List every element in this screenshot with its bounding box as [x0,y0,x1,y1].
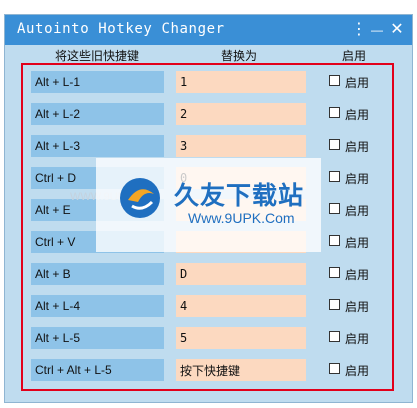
new-hotkey-input[interactable] [176,199,306,221]
hotkey-row: Alt + L-1 启用 [31,71,391,93]
enable-checkbox[interactable] [329,331,340,342]
enable-checkbox[interactable] [329,107,340,118]
app-window: Autointo Hotkey Changer ⋮ — ✕ 将这些旧快捷键 替换… [4,14,413,403]
old-hotkey: Alt + L-2 [31,103,164,125]
enable-checkbox[interactable] [329,363,340,374]
enable-checkbox[interactable] [329,75,340,86]
old-hotkey: Ctrl + Alt + L-5 [31,359,164,381]
old-hotkey: Alt + L-3 [31,135,164,157]
new-hotkey-input[interactable] [176,231,306,253]
hotkey-row: Alt + L-3 启用 [31,135,391,157]
enable-checkbox[interactable] [329,299,340,310]
new-hotkey-input[interactable] [176,359,306,381]
old-hotkey: Alt + L-5 [31,327,164,349]
header-enable: 启用 [342,49,367,63]
enable-checkbox[interactable] [329,267,340,278]
minimize-icon[interactable]: — [367,19,387,41]
old-hotkey: Alt + L-4 [31,295,164,317]
hotkey-row: Ctrl + D 启用 [31,167,391,189]
new-hotkey-input[interactable] [176,327,306,349]
enable-checkbox[interactable] [329,203,340,214]
enable-label[interactable]: 启用 [345,138,369,155]
new-hotkey-input[interactable] [176,263,306,285]
enable-label[interactable]: 启用 [345,330,369,347]
enable-label[interactable]: 启用 [345,266,369,283]
enable-label[interactable]: 启用 [345,362,369,379]
hotkey-row: Alt + B 启用 [31,263,391,285]
enable-checkbox[interactable] [329,235,340,246]
enable-checkbox[interactable] [329,139,340,150]
hotkey-row: Alt + L-2 启用 [31,103,391,125]
enable-label[interactable]: 启用 [345,234,369,251]
new-hotkey-input[interactable] [176,167,306,189]
new-hotkey-input[interactable] [176,295,306,317]
old-hotkey: Alt + L-1 [31,71,164,93]
new-hotkey-input[interactable] [176,71,306,93]
watermark-left-text: WWW.9UPK.COM [70,191,162,203]
hotkey-row: Ctrl + V 启用 [31,231,391,253]
title-bar[interactable]: Autointo Hotkey Changer ⋮ — ✕ [5,15,412,45]
header-replace: 替换为 [221,49,258,63]
enable-label[interactable]: 启用 [345,298,369,315]
enable-label[interactable]: 启用 [345,106,369,123]
enable-label[interactable]: 启用 [345,170,369,187]
old-hotkey: Ctrl + D [31,167,164,189]
enable-checkbox[interactable] [329,171,340,182]
window-title: Autointo Hotkey Changer [17,21,225,37]
enable-label[interactable]: 启用 [345,74,369,91]
menu-icon[interactable]: ⋮ [349,19,369,41]
header-original: 将这些旧快捷键 [55,49,140,63]
hotkey-row: Ctrl + Alt + L-5 启用 [31,359,391,381]
hotkey-row: Alt + L-5 启用 [31,327,391,349]
close-icon[interactable]: ✕ [387,19,407,41]
enable-label[interactable]: 启用 [345,202,369,219]
old-hotkey: Alt + B [31,263,164,285]
old-hotkey: Ctrl + V [31,231,164,253]
new-hotkey-input[interactable] [176,103,306,125]
hotkey-row: Alt + L-4 启用 [31,295,391,317]
new-hotkey-input[interactable] [176,135,306,157]
